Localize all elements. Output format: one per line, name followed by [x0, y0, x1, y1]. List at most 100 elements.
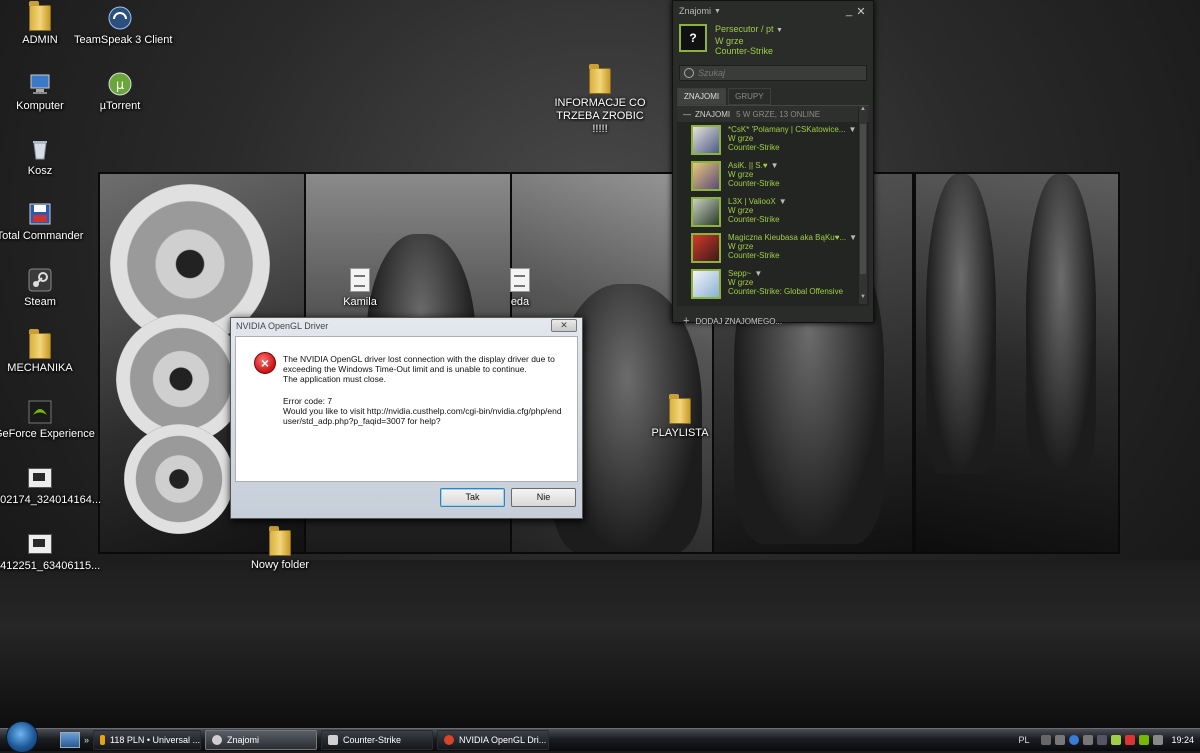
friends-window: Znajomi ▼ _ ✕ ? Persecutor / pt ▼ W grze…	[672, 0, 874, 327]
antivirus-icon[interactable]	[1125, 735, 1136, 745]
chevron-down-icon[interactable]: ▼	[771, 161, 779, 170]
desktop-icon-label: Steam	[24, 296, 56, 308]
chevron-down-icon[interactable]: ▼	[779, 197, 787, 206]
friend-name: AsiK. || S.♥	[728, 161, 768, 170]
chevron-down-icon[interactable]: ▼	[776, 27, 783, 34]
volume-icon[interactable]	[1097, 735, 1108, 745]
my-profile[interactable]: ? Persecutor / pt ▼ W grze Counter-Strik…	[673, 21, 873, 59]
dialog-body: × The NVIDIA OpenGL driver lost connecti…	[235, 336, 578, 482]
folder-icon	[669, 394, 691, 424]
desktop-icon-kamila[interactable]: Kamila	[314, 266, 406, 309]
desktop-icon-informacje[interactable]: INFORMACJE CO TRZEBA ZROBIC !!!!!	[552, 64, 648, 136]
desktop-icon-nowy-folder[interactable]: Nowy folder	[234, 526, 326, 572]
folder-icon	[269, 526, 291, 556]
speaker-icon[interactable]	[1153, 735, 1164, 745]
desktop-icon-label: GeForce Experience	[0, 428, 95, 440]
total-commander-icon	[29, 203, 51, 225]
minimize-button[interactable]: _	[843, 5, 855, 17]
friends-search-input[interactable]: Szukaj	[679, 65, 867, 81]
desktop-icon-teamspeak[interactable]: TeamSpeak 3 Client	[74, 4, 173, 47]
document-icon	[510, 268, 530, 292]
media-prev-icon[interactable]	[1041, 735, 1052, 745]
taskbar-item-browser[interactable]: 118 PLN • Universal ...	[93, 730, 202, 750]
friends-title[interactable]: Znajomi	[679, 6, 711, 16]
desktop-icon-label: µTorrent	[99, 100, 141, 112]
tab-znajomi[interactable]: ZNAJOMI	[677, 88, 727, 105]
desktop-icon-image-2[interactable]: 1412251_63406115...	[0, 530, 100, 573]
browser-icon	[100, 735, 105, 745]
friend-avatar[interactable]	[691, 197, 721, 227]
taskbar-item-label: NVIDIA OpenGL Dri...	[459, 735, 547, 745]
taskbar-item-label: 118 PLN • Universal ...	[109, 735, 201, 745]
chevron-down-icon[interactable]: ▼	[754, 269, 762, 278]
desktop-icon-kosz[interactable]: Kosz	[0, 135, 86, 178]
friend-avatar[interactable]	[691, 233, 721, 263]
desktop-icon-eda[interactable]: eda	[474, 266, 566, 309]
chevron-down-icon[interactable]: ▼	[849, 233, 857, 242]
friend-name: Sepp~	[728, 269, 752, 278]
taskbar-item-nvidia-dialog[interactable]: NVIDIA OpenGL Dri...	[437, 730, 550, 750]
desktop-icon-utorrent[interactable]: µ µTorrent	[74, 70, 166, 113]
scrollbar-thumb[interactable]	[860, 124, 866, 274]
computer-icon	[30, 74, 50, 94]
clock[interactable]: 19:24	[1171, 735, 1194, 745]
desktop-icon-playlista[interactable]: PLAYLISTA	[634, 394, 726, 440]
nvidia-icon[interactable]	[1139, 735, 1150, 745]
group-name: ZNAJOMI	[695, 109, 731, 119]
media-play-icon[interactable]	[1069, 735, 1080, 745]
friend-item[interactable]: *CsK* 'Polamany | CSKatowice... ▼ W grze …	[677, 122, 869, 158]
desktop-icon-steam[interactable]: Steam	[0, 266, 86, 309]
desktop-icon-mechanika[interactable]: MECHANIKA	[0, 329, 86, 375]
desktop-icon-geforce[interactable]: GeForce Experience	[0, 398, 95, 441]
friend-game: Counter-Strike	[728, 215, 780, 224]
friend-item[interactable]: Magiczna Kieubasa aka BąKu♥... ▼ W grze C…	[677, 230, 869, 266]
friends-group-header[interactable]: — ZNAJOMI 5 W GRZE, 13 ONLINE	[677, 106, 869, 122]
my-status: W grze	[715, 36, 744, 46]
dialog-detail: Error code: 7 Would you like to visit ht…	[283, 396, 562, 426]
media-stop-icon[interactable]	[1055, 735, 1066, 745]
desktop-icon-label: 402174_324014164...	[0, 494, 102, 506]
friend-item[interactable]: Sepp~ ▼ W grze Counter-Strike: Global Off…	[677, 266, 869, 302]
scroll-up-icon[interactable]: ▲	[859, 106, 867, 116]
friend-name: L3X | ValiooX	[728, 197, 776, 206]
desktop-icon-total-commander[interactable]: Total Commander	[0, 200, 86, 243]
friend-item[interactable]: L3X | ValiooX ▼ W grze Counter-Strike	[677, 194, 869, 230]
no-button[interactable]: Nie	[511, 488, 576, 507]
desktop-icon-label: MECHANIKA	[7, 362, 73, 374]
media-next-icon[interactable]	[1083, 735, 1094, 745]
taskbar-item-counter-strike[interactable]: Counter-Strike	[321, 730, 434, 750]
wallpaper-plate	[124, 424, 234, 534]
desktop-icon-image-1[interactable]: 402174_324014164...	[0, 464, 102, 507]
desktop-icon-label: TeamSpeak 3 Client	[74, 34, 173, 46]
my-game: Counter-Strike	[715, 46, 774, 56]
friend-item[interactable]: AsiK. || S.♥ ▼ W grze Counter-Strike	[677, 158, 869, 194]
chevron-down-icon[interactable]: ▼	[714, 8, 721, 15]
desktop-icon-label: Kosz	[27, 165, 53, 177]
dialog-titlebar[interactable]: NVIDIA OpenGL Driver ✕	[231, 318, 582, 333]
desktop-icon-label: INFORMACJE CO TRZEBA ZROBIC !!!!!	[554, 97, 646, 135]
image-file-icon	[28, 468, 52, 488]
collapse-icon[interactable]: —	[683, 110, 691, 119]
friend-avatar[interactable]	[691, 161, 721, 191]
tab-grupy[interactable]: GRUPY	[728, 88, 771, 105]
add-friend-button[interactable]: + DODAJ ZNAJOMEGO...	[673, 310, 873, 332]
network-icon[interactable]	[1111, 735, 1122, 745]
show-desktop-icon[interactable]	[60, 732, 80, 748]
friend-avatar[interactable]	[691, 269, 721, 299]
steam-icon	[212, 735, 223, 745]
dialog-close-button[interactable]: ✕	[551, 319, 577, 332]
friend-avatar[interactable]	[691, 125, 721, 155]
start-button[interactable]	[6, 721, 38, 753]
close-button[interactable]: ✕	[855, 5, 867, 18]
taskbar-item-znajomi[interactable]: Znajomi	[205, 730, 318, 750]
friends-titlebar[interactable]: Znajomi ▼ _ ✕	[673, 1, 873, 21]
friends-scrollbar[interactable]: ▲ ▼	[858, 106, 867, 304]
steam-icon	[28, 268, 52, 292]
yes-button[interactable]: Tak	[440, 488, 505, 507]
language-indicator[interactable]: PL	[1018, 735, 1029, 745]
chevron-right-icon[interactable]: »	[84, 735, 89, 745]
chevron-down-icon[interactable]: ▼	[848, 125, 856, 134]
taskbar-item-label: Znajomi	[227, 735, 260, 745]
avatar[interactable]: ?	[679, 24, 707, 52]
scroll-down-icon[interactable]: ▼	[859, 294, 867, 304]
